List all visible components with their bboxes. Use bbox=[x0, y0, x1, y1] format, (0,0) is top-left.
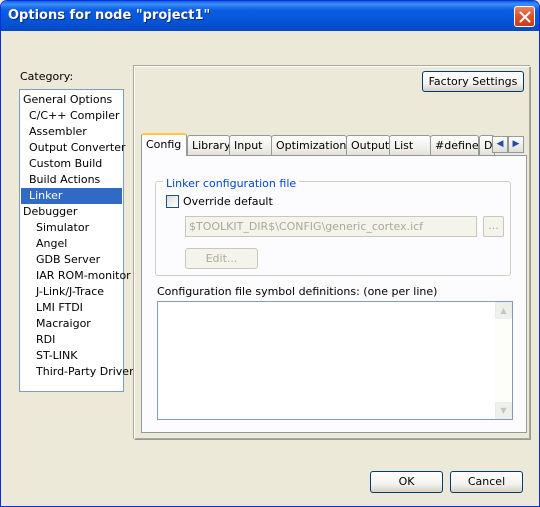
symbol-defs-label: Configuration file symbol definitions: (… bbox=[157, 285, 438, 298]
close-button[interactable] bbox=[514, 6, 535, 27]
tab-item[interactable]: Input bbox=[229, 135, 272, 155]
tab-item[interactable]: Output bbox=[346, 135, 390, 155]
tab-item[interactable]: Optimizations bbox=[271, 135, 347, 155]
override-default-label[interactable]: Override default bbox=[183, 195, 273, 208]
dialog-client-area: Category: General Options C/C++ Compiler A… bbox=[4, 31, 536, 504]
ok-button[interactable]: OK bbox=[370, 471, 443, 493]
vertical-scrollbar[interactable]: ▲ ▼ bbox=[495, 302, 512, 419]
tab-item[interactable]: Library bbox=[187, 135, 230, 155]
category-item[interactable]: Linker bbox=[21, 188, 122, 204]
group-title: Linker configuration file bbox=[163, 177, 300, 190]
tab-scroll-left-icon[interactable]: ◀ bbox=[492, 136, 508, 153]
category-item[interactable]: Assembler bbox=[27, 124, 89, 140]
category-item[interactable]: Third-Party Driver bbox=[34, 364, 136, 380]
scroll-down-icon[interactable]: ▼ bbox=[495, 402, 512, 419]
category-item[interactable]: LMI FTDI bbox=[34, 300, 85, 316]
browse-button[interactable]: ... bbox=[483, 216, 504, 237]
edit-button[interactable]: Edit... bbox=[185, 248, 258, 269]
category-item[interactable]: C/C++ Compiler bbox=[27, 108, 122, 124]
category-item[interactable]: General Options bbox=[21, 92, 114, 108]
tab-scroll-buttons: ◀ ▶ bbox=[492, 136, 525, 153]
scroll-up-icon[interactable]: ▲ bbox=[495, 302, 512, 319]
config-file-path-field[interactable]: $TOOLKIT_DIR$\CONFIG\generic_cortex.icf bbox=[185, 216, 477, 237]
category-item[interactable]: ST-LINK bbox=[34, 348, 79, 364]
category-item[interactable]: Debugger bbox=[21, 204, 79, 220]
options-dialog: Options for node "project1" Category: Ge… bbox=[0, 0, 540, 507]
category-item[interactable]: J-Link/J-Trace bbox=[34, 284, 106, 300]
tab-config[interactable]: Config bbox=[141, 133, 187, 156]
category-item[interactable]: Output Converter bbox=[27, 140, 128, 156]
category-item[interactable]: Simulator bbox=[34, 220, 91, 236]
category-item[interactable]: IAR ROM-monitor bbox=[34, 268, 133, 284]
tab-item[interactable]: List bbox=[389, 135, 431, 155]
cancel-button[interactable]: Cancel bbox=[450, 471, 523, 493]
category-item[interactable]: GDB Server bbox=[34, 252, 102, 268]
category-list[interactable]: General Options C/C++ Compiler Assembler Ou… bbox=[19, 89, 134, 392]
category-item[interactable]: Macraigor bbox=[34, 316, 93, 332]
category-item[interactable]: Custom Build bbox=[27, 156, 104, 172]
category-item[interactable]: Build Actions bbox=[27, 172, 102, 188]
title-bar[interactable]: Options for node "project1" bbox=[1, 1, 539, 31]
factory-settings-button[interactable]: Factory Settings bbox=[422, 71, 524, 92]
symbol-defs-textarea[interactable]: ▲ ▼ bbox=[157, 301, 513, 420]
tab-scroll-right-icon[interactable]: ▶ bbox=[508, 136, 524, 153]
close-icon bbox=[519, 11, 531, 23]
tab-item[interactable]: #define bbox=[430, 135, 479, 155]
window-title: Options for node "project1" bbox=[8, 8, 211, 23]
category-item[interactable]: RDI bbox=[34, 332, 57, 348]
category-item[interactable]: Angel bbox=[34, 236, 69, 252]
override-default-checkbox[interactable] bbox=[166, 195, 179, 208]
category-label: Category: bbox=[20, 70, 74, 83]
